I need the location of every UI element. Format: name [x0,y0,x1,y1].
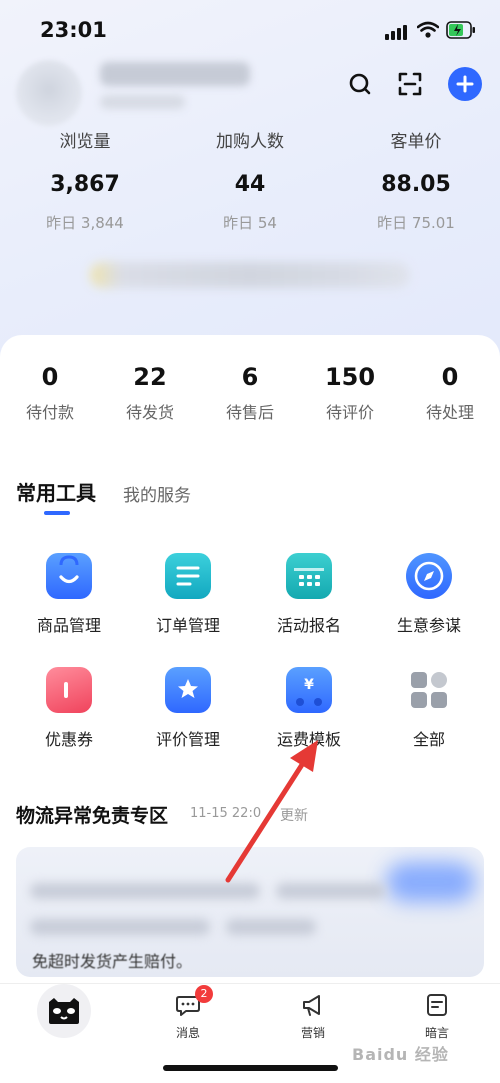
tool-coupons[interactable]: 优惠券 [14,667,124,751]
delivery-truck-icon: ¥ [286,667,332,713]
message-bubble-icon: 2 [175,985,213,1018]
logistics-update-label: 更新 [280,808,308,824]
tool-product-management[interactable]: 商品管理 [14,553,124,637]
scan-icon[interactable] [394,68,426,100]
status-time: 23:01 [40,18,107,42]
logistics-card-text: 免超时发货产生赔付。 [32,952,193,971]
logistics-card-blurred[interactable]: 免超时发货产生赔付。 [16,847,484,977]
cellular-signal-icon [385,22,411,40]
metric-yesterday: 昨日 3,844 [46,214,124,232]
shopping-bag-icon [46,553,92,599]
all-apps-icon [406,667,452,713]
blurred-action-button[interactable] [386,862,476,902]
compass-icon [406,553,452,599]
order-label: 待付款 [25,403,74,422]
order-pending-review[interactable]: 150 待评价 [300,360,400,424]
plus-icon [456,75,474,93]
order-pending-action[interactable]: 0 待处理 [400,360,500,424]
tab-label: 消息 [175,1026,200,1040]
search-icon[interactable] [344,68,376,100]
tab-my-services[interactable]: 我的服务 [123,481,191,506]
order-pending-payment[interactable]: 0 待付款 [0,360,100,424]
calendar-grid-icon [286,553,332,599]
logistics-section-title: 物流异常免责专区 [16,805,169,827]
tab-underline [44,511,70,515]
shop-name-blurred[interactable] [100,62,250,86]
metric-value: 44 [234,172,266,197]
metric-avg-order-value[interactable]: 客单价 88.05 昨日 75.01 [336,130,496,234]
megaphone-icon [300,992,326,1018]
coupon-icon [46,667,92,713]
order-count: 0 [41,363,59,391]
shop-subtitle-blurred [100,95,185,109]
order-label: 待处理 [425,403,474,422]
tmall-cat-icon [49,998,79,1024]
order-after-sales[interactable]: 6 待售后 [200,360,300,424]
home-indicator[interactable] [163,1065,338,1071]
order-count: 150 [324,363,376,391]
shop-avatar[interactable] [16,60,82,126]
review-star-icon [165,667,211,713]
tab-home[interactable] [37,984,91,1038]
tool-label: 评价管理 [155,730,220,749]
metrics-row: 浏览量 3,867 昨日 3,844 加购人数 44 昨日 54 客单价 88.… [0,130,500,240]
tool-all[interactable]: 全部 [374,667,484,751]
tool-review-management[interactable]: 评价管理 [133,667,243,751]
order-count: 0 [441,363,459,391]
tab-label: 营销 [300,1026,325,1040]
message-badge: 2 [195,985,213,1003]
order-label: 待售后 [225,403,274,422]
metric-page-views[interactable]: 浏览量 3,867 昨日 3,844 [5,130,165,234]
order-label: 待评价 [325,403,374,422]
order-count: 6 [241,363,259,391]
tab-notes[interactable]: 暗言 [397,992,477,1041]
tool-business-advisor[interactable]: 生意参谋 [374,553,484,637]
tool-event-signup[interactable]: 活动报名 [254,553,364,637]
add-button[interactable] [448,67,482,101]
metric-value: 3,867 [50,172,120,197]
order-label: 待发货 [125,403,174,422]
tools-grid: 商品管理 订单管理 活动报名 生意参谋 优惠券 评价管理 ¥ 运费模板 全部 [0,545,500,775]
tool-label: 优惠券 [44,730,93,749]
wifi-icon [416,20,440,40]
order-pending-shipment[interactable]: 22 待发货 [100,360,200,424]
tool-label: 活动报名 [276,616,341,635]
status-bar: 23:01 [0,0,500,60]
metric-label: 加购人数 [216,132,284,152]
tab-common-tools[interactable]: 常用工具 [16,477,96,506]
main-card: 0 待付款 22 待发货 6 待售后 150 待评价 0 待处理 常用工具 我的… [0,335,500,983]
metric-label: 客单价 [390,132,442,152]
battery-icon [446,21,476,39]
tab-messages[interactable]: 2 消息 [148,985,228,1041]
tab-label: 暗言 [424,1026,449,1040]
notice-banner-blurred[interactable] [90,262,410,288]
tool-label: 运费模板 [276,730,341,749]
metric-yesterday: 昨日 54 [223,214,277,232]
metric-label: 浏览量 [59,132,111,152]
tool-label: 订单管理 [155,616,220,635]
tool-shipping-template[interactable]: ¥ 运费模板 [254,667,364,751]
metric-yesterday: 昨日 75.01 [377,214,455,232]
watermark-text: Baidu 经验 [352,1045,449,1064]
tool-label: 全部 [412,730,445,749]
metric-add-to-cart[interactable]: 加购人数 44 昨日 54 [170,130,330,234]
metric-value: 88.05 [381,172,451,197]
order-status-row: 0 待付款 22 待发货 6 待售后 150 待评价 0 待处理 [0,360,500,440]
order-count: 22 [133,363,167,391]
tab-marketing[interactable]: 营销 [273,992,353,1041]
tool-label: 生意参谋 [396,616,461,635]
logistics-update-time: 11-15 22:0 [190,806,262,821]
order-list-icon [165,553,211,599]
note-icon [424,992,450,1018]
svg-text:¥: ¥ [304,677,314,693]
tool-order-management[interactable]: 订单管理 [133,553,243,637]
tool-label: 商品管理 [36,616,101,635]
